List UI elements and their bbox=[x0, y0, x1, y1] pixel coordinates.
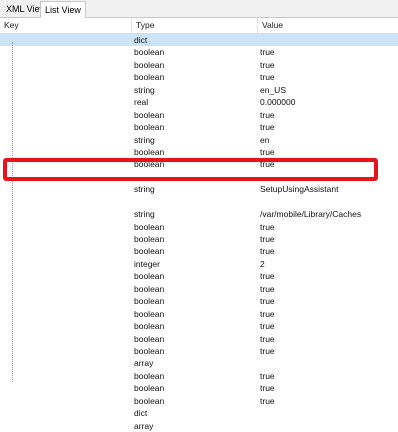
value-cell: 2 bbox=[260, 258, 265, 269]
table-row[interactable]: PaymentPresentedbooleantrue bbox=[0, 395, 398, 407]
type-cell: boolean bbox=[134, 333, 165, 344]
table-row[interactable]: AppleIDPB9Presentedbooleantrue bbox=[0, 59, 398, 71]
type-cell: boolean bbox=[134, 345, 165, 356]
table-row[interactable]: AssistantPresentedbooleantrue bbox=[0, 233, 398, 245]
value-cell: true bbox=[260, 221, 275, 232]
column-header-type[interactable]: Type bbox=[132, 18, 258, 33]
column-header-key[interactable]: Key bbox=[0, 18, 132, 33]
value-cell: true bbox=[260, 159, 275, 170]
value-cell: true bbox=[260, 345, 275, 356]
type-cell: boolean bbox=[134, 159, 165, 170]
table-row[interactable]: Languagestringen bbox=[0, 134, 398, 146]
value-cell: true bbox=[260, 383, 275, 394]
table-row[interactable]: Localestringen_US bbox=[0, 84, 398, 96]
value-cell: true bbox=[260, 308, 275, 319]
type-cell: string bbox=[134, 134, 155, 145]
value-cell: true bbox=[260, 109, 275, 120]
table-row[interactable]: LockdownSetLanguagebooleantrue bbox=[0, 71, 398, 83]
type-cell: dict bbox=[134, 35, 148, 45]
value-cell: true bbox=[260, 283, 275, 294]
type-cell: boolean bbox=[134, 370, 165, 381]
type-cell: integer bbox=[134, 258, 160, 269]
column-header-value[interactable]: Value bbox=[258, 18, 398, 33]
type-cell: boolean bbox=[134, 72, 165, 83]
type-cell: boolean bbox=[134, 234, 165, 244]
table-row[interactable]: WebKitMinimumZoomFontSizreal0.000000 bbox=[0, 96, 398, 108]
value-cell: true bbox=[260, 370, 275, 381]
value-cell: true bbox=[260, 47, 275, 58]
type-cell: boolean bbox=[134, 308, 165, 319]
table-row[interactable]: PrivacyPresentedbooleantrue bbox=[0, 283, 398, 295]
value-cell: true bbox=[260, 296, 275, 307]
column-header: Key Type Value bbox=[0, 18, 398, 34]
table-row[interactable]: LockdownSetLocalebooleantrue bbox=[0, 382, 398, 394]
value-cell: en_US bbox=[260, 84, 286, 95]
table-row[interactable]: WebKitShrinksStandaloneImagbooleantrue bbox=[0, 146, 398, 158]
type-cell: boolean bbox=[134, 321, 165, 332]
tab-bar: XML View List View bbox=[0, 0, 398, 18]
value-cell: true bbox=[260, 59, 275, 70]
type-cell: string bbox=[134, 209, 155, 220]
table-row[interactable]: SetupDonebooleantrue bbox=[0, 121, 398, 133]
type-cell: real bbox=[134, 97, 149, 108]
value-cell: true bbox=[260, 72, 275, 83]
table-row[interactable]: WebKitLocalStorageDatabasePstring/var/mo… bbox=[0, 208, 398, 220]
type-cell: array bbox=[134, 420, 154, 431]
tab-list-view[interactable]: List View bbox=[40, 1, 86, 18]
value-cell: true bbox=[260, 333, 275, 344]
table-row[interactable]: PrivacyContentVersioninteger2 bbox=[0, 258, 398, 270]
table-row[interactable]: SetupStatestringSetupUsingAssistant bbox=[0, 183, 398, 195]
table-row[interactable]: Passcode4Presentedbooleantrue bbox=[0, 270, 398, 282]
value-cell: en bbox=[260, 134, 270, 145]
type-cell: boolean bbox=[134, 296, 165, 307]
value-cell: true bbox=[260, 246, 275, 257]
table-row[interactable]: HSA2UpgradeMiniBuddy3Ranbooleantrue bbox=[0, 345, 398, 357]
table-row[interactable]: PaymentMiniBuddy4Ranbooleantrue bbox=[0, 320, 398, 332]
type-cell: boolean bbox=[134, 146, 165, 157]
table-row[interactable]: PBAppActivity2Presentedbooleantrue bbox=[0, 245, 398, 257]
type-cell: boolean bbox=[134, 59, 165, 70]
value-cell: true bbox=[260, 146, 275, 157]
tree-guide-line bbox=[12, 42, 13, 382]
value-cell: 0.000000 bbox=[260, 97, 296, 108]
value-cell: true bbox=[260, 234, 275, 244]
type-cell: boolean bbox=[134, 122, 165, 133]
table-row[interactable] bbox=[0, 196, 398, 208]
table-row[interactable]: SetupFinishedAllStepsbooleantrue bbox=[0, 370, 398, 382]
table-row[interactable] bbox=[0, 171, 398, 183]
plist-tree: RootdictPBDiagnosticsPresentedbooleantru… bbox=[0, 34, 398, 432]
table-row[interactable]: countriesarray bbox=[0, 420, 398, 432]
type-cell: dict bbox=[134, 408, 148, 419]
type-cell: boolean bbox=[134, 395, 165, 406]
type-cell: string bbox=[134, 184, 155, 195]
type-cell: boolean bbox=[134, 109, 165, 120]
type-cell: boolean bbox=[134, 271, 165, 282]
value-cell: true bbox=[260, 395, 275, 406]
value-cell: true bbox=[260, 321, 275, 332]
table-row[interactable]: lastPrepareLaunchSentinelarray bbox=[0, 357, 398, 369]
value-cell: SetupUsingAssistant bbox=[260, 184, 339, 195]
table-row[interactable]: PBTCPresentedbooleantrue bbox=[0, 221, 398, 233]
tree-root-row[interactable]: Rootdict bbox=[0, 34, 398, 47]
type-cell: boolean bbox=[134, 221, 165, 232]
type-cell: string bbox=[134, 84, 155, 95]
table-row[interactable]: PBDiagnosticsPresentedbooleantrue bbox=[0, 46, 398, 58]
table-row[interactable]: MesaPresentedbooleantrue bbox=[0, 158, 398, 170]
value-cell: /var/mobile/Library/Caches bbox=[260, 209, 362, 220]
table-row[interactable]: AppleIDPB10Presentedbooleantrue bbox=[0, 109, 398, 121]
type-cell: boolean bbox=[134, 383, 165, 394]
table-row[interactable]: PBDiagnostics4Presentedbooleantrue bbox=[0, 333, 398, 345]
type-cell: array bbox=[134, 358, 154, 369]
value-cell: true bbox=[260, 122, 275, 133]
type-cell: boolean bbox=[134, 283, 165, 294]
table-row[interactable]: GuessedCountrydict bbox=[0, 407, 398, 419]
table-row[interactable]: Mesa2Presentedbooleantrue bbox=[0, 308, 398, 320]
type-cell: boolean bbox=[134, 47, 165, 58]
table-row[interactable]: MagnifyPresentedbooleantrue bbox=[0, 295, 398, 307]
value-cell: true bbox=[260, 271, 275, 282]
type-cell: boolean bbox=[134, 246, 165, 257]
